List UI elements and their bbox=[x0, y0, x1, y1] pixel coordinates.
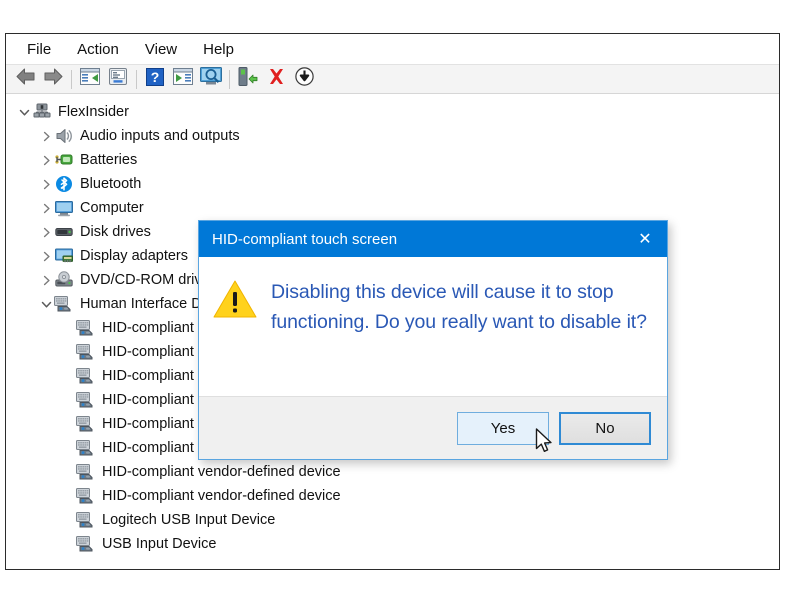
scan-for-hardware-changes-icon bbox=[200, 67, 222, 91]
dialog-title: HID-compliant touch screen bbox=[199, 231, 397, 248]
tree-item[interactable]: HID-compliant vendor-defined device bbox=[6, 484, 779, 508]
toolbar: ? bbox=[6, 64, 779, 94]
warning-icon bbox=[213, 277, 257, 396]
disable-device-button[interactable] bbox=[290, 66, 318, 92]
hid-icon bbox=[76, 366, 96, 386]
uninstall-device-button[interactable] bbox=[262, 66, 290, 92]
hid-icon bbox=[76, 486, 96, 506]
dialog-body: Disabling this device will cause it to s… bbox=[199, 257, 667, 396]
chevron-right-icon[interactable] bbox=[38, 220, 54, 244]
hid-icon bbox=[76, 414, 96, 434]
tree-item-label: HID-compliant vendor-defined device bbox=[102, 484, 341, 508]
confirm-disable-dialog: HID-compliant touch screen ✕ Disabling t… bbox=[198, 220, 668, 460]
toolbar-separator bbox=[71, 70, 72, 89]
help-icon: ? bbox=[146, 68, 164, 91]
speaker-icon bbox=[54, 126, 74, 146]
chevron-right-icon[interactable] bbox=[38, 268, 54, 292]
show-hide-console-tree-button[interactable] bbox=[76, 66, 104, 92]
chevron-right-icon[interactable] bbox=[38, 148, 54, 172]
tree-item-label: Bluetooth bbox=[80, 172, 141, 196]
hid-icon bbox=[76, 510, 96, 530]
chevron-right-icon[interactable] bbox=[38, 196, 54, 220]
tree-item[interactable]: Audio inputs and outputs bbox=[6, 124, 779, 148]
tree-item-label: Audio inputs and outputs bbox=[80, 124, 240, 148]
tree-item-label: FlexInsider bbox=[58, 100, 129, 124]
dialog-title-bar: HID-compliant touch screen ✕ bbox=[199, 221, 667, 257]
properties-button[interactable] bbox=[104, 66, 132, 92]
hid-icon bbox=[76, 318, 96, 338]
tree-item[interactable]: FlexInsider bbox=[6, 100, 779, 124]
show-hide-action-pane-button[interactable] bbox=[169, 66, 197, 92]
menu-file[interactable]: File bbox=[14, 38, 64, 61]
menu-bar: File Action View Help bbox=[6, 34, 779, 64]
chevron-right-icon[interactable] bbox=[38, 124, 54, 148]
update-driver-icon bbox=[238, 67, 258, 91]
tree-item-label: Disk drives bbox=[80, 220, 151, 244]
battery-icon bbox=[54, 150, 74, 170]
back-icon bbox=[15, 68, 36, 90]
uninstall-device-icon bbox=[267, 67, 286, 91]
tree-item-label: USB Input Device bbox=[102, 532, 216, 556]
computer-root-icon bbox=[32, 102, 52, 122]
tree-item-label: Logitech USB Input Device bbox=[102, 508, 275, 532]
twisty-spacer bbox=[60, 364, 76, 388]
tree-item[interactable]: Logitech USB Input Device bbox=[6, 508, 779, 532]
tree-item-label: HID-compliant vendor-defined device bbox=[102, 460, 341, 484]
hid-icon bbox=[76, 534, 96, 554]
display-adapter-icon bbox=[54, 246, 74, 266]
twisty-spacer bbox=[60, 460, 76, 484]
tree-item[interactable]: Batteries bbox=[6, 148, 779, 172]
toolbar-separator bbox=[136, 70, 137, 89]
chevron-right-icon[interactable] bbox=[38, 172, 54, 196]
tree-item-label: Computer bbox=[80, 196, 144, 220]
help-button[interactable]: ? bbox=[141, 66, 169, 92]
no-button[interactable]: No bbox=[559, 412, 651, 445]
show-hide-console-tree-icon bbox=[80, 68, 100, 90]
chevron-down-icon[interactable] bbox=[16, 100, 32, 124]
hid-icon bbox=[76, 342, 96, 362]
tree-item-label: Display adapters bbox=[80, 244, 188, 268]
hid-icon bbox=[76, 438, 96, 458]
twisty-spacer bbox=[60, 436, 76, 460]
tree-item[interactable]: Bluetooth bbox=[6, 172, 779, 196]
tree-item-label: Batteries bbox=[80, 148, 137, 172]
hid-icon bbox=[54, 294, 74, 314]
twisty-spacer bbox=[60, 508, 76, 532]
forward-button[interactable] bbox=[39, 66, 67, 92]
dvd-drive-icon bbox=[54, 270, 74, 290]
chevron-down-icon[interactable] bbox=[38, 292, 54, 316]
dialog-message: Disabling this device will cause it to s… bbox=[271, 277, 649, 396]
menu-help[interactable]: Help bbox=[190, 38, 247, 61]
monitor-icon bbox=[54, 198, 74, 218]
tree-item[interactable]: HID-compliant vendor-defined device bbox=[6, 460, 779, 484]
properties-icon bbox=[108, 68, 128, 90]
dialog-footer: Yes No bbox=[199, 396, 667, 459]
twisty-spacer bbox=[60, 388, 76, 412]
tree-item-label: DVD/CD-ROM drives bbox=[80, 268, 217, 292]
tree-item[interactable]: USB Input Device bbox=[6, 532, 779, 556]
chevron-right-icon[interactable] bbox=[38, 244, 54, 268]
twisty-spacer bbox=[60, 412, 76, 436]
bluetooth-icon bbox=[54, 174, 74, 194]
disk-drive-icon bbox=[54, 222, 74, 242]
menu-action[interactable]: Action bbox=[64, 38, 132, 61]
disable-device-icon bbox=[295, 67, 314, 91]
twisty-spacer bbox=[60, 484, 76, 508]
menu-view[interactable]: View bbox=[132, 38, 190, 61]
yes-button[interactable]: Yes bbox=[457, 412, 549, 445]
back-button[interactable] bbox=[11, 66, 39, 92]
twisty-spacer bbox=[60, 340, 76, 364]
hid-icon bbox=[76, 462, 96, 482]
toolbar-separator bbox=[229, 70, 230, 89]
show-hide-action-pane-icon bbox=[173, 68, 193, 90]
update-driver-button[interactable] bbox=[234, 66, 262, 92]
tree-item[interactable]: Computer bbox=[6, 196, 779, 220]
twisty-spacer bbox=[60, 532, 76, 556]
scan-for-hardware-changes-button[interactable] bbox=[197, 66, 225, 92]
forward-icon bbox=[43, 68, 64, 90]
svg-text:?: ? bbox=[151, 69, 160, 85]
close-icon[interactable]: ✕ bbox=[623, 221, 667, 257]
hid-icon bbox=[76, 390, 96, 410]
twisty-spacer bbox=[60, 316, 76, 340]
